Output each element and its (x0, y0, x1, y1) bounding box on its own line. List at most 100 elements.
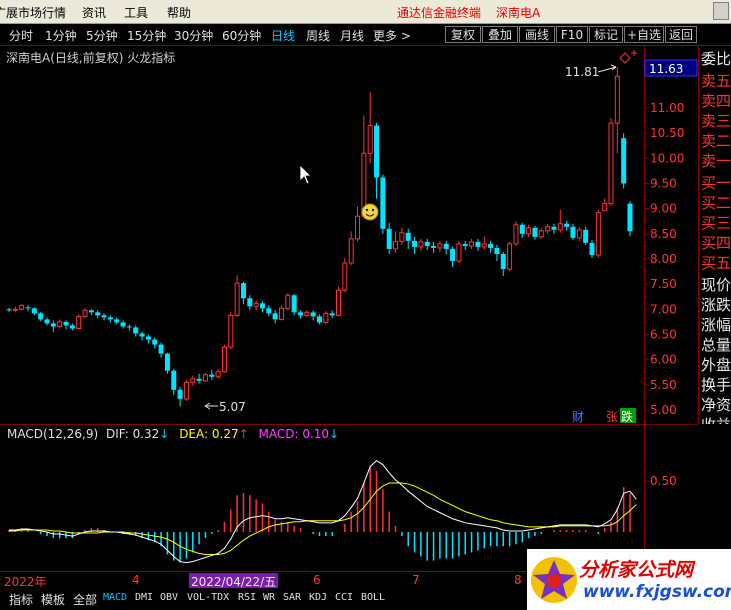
menu-help[interactable]: 帮助 (167, 4, 191, 21)
candle-body (405, 232, 411, 241)
period-tab-15min[interactable]: 15分钟 (127, 27, 166, 44)
candle-body (285, 294, 291, 309)
candle-body (393, 240, 399, 250)
period-tab-monthly[interactable]: 月线 (340, 27, 364, 44)
candle-body (101, 315, 107, 318)
macd-axis-ticks: 0.50 (644, 474, 677, 488)
candle-body (177, 389, 183, 399)
menu-news[interactable]: 资讯 (82, 4, 106, 21)
window-control-button[interactable] (713, 2, 729, 20)
diamond-marker-icon (619, 52, 631, 64)
overlay-button[interactable]: 叠加 (482, 26, 518, 43)
tab-all[interactable]: 全部 (73, 591, 97, 608)
period-tab-intraday[interactable]: 分时 (9, 27, 33, 44)
price-tick-label: 9.00 (650, 202, 677, 216)
period-tab-more[interactable]: 更多 > (373, 27, 411, 44)
period-tab-1min[interactable]: 1分钟 (45, 27, 77, 44)
candle-body (374, 125, 380, 178)
tab-dmi[interactable]: DMI (135, 592, 153, 603)
kline-chart[interactable]: 11.00 10.50 10.00 9.50 9.00 8.50 8.00 7.50 7.00 6… (0, 0, 731, 610)
draw-line-button[interactable]: 画线 (519, 26, 555, 43)
candle-body (412, 240, 418, 247)
tab-template[interactable]: 模板 (41, 591, 65, 608)
candle-body (380, 177, 386, 229)
candle-body (158, 344, 164, 354)
tab-sar[interactable]: SAR (283, 592, 301, 603)
mark-button[interactable]: 标记 (589, 26, 623, 43)
period-tab-weekly[interactable]: 周线 (306, 27, 330, 44)
rise-marker[interactable]: 张 (606, 410, 618, 424)
candle-body (196, 378, 202, 381)
candle (291, 294, 297, 316)
f10-button[interactable]: F10 (556, 26, 588, 43)
dea-arrow-icon: ↑ (238, 427, 249, 441)
candle (336, 286, 342, 317)
candle-body (272, 313, 278, 320)
macd-tick-label: 0.50 (650, 474, 677, 488)
candle-body (114, 319, 120, 323)
tab-boll[interactable]: BOLL (361, 592, 385, 603)
candle-body (481, 243, 487, 248)
dea-line (9, 482, 637, 555)
tab-wr[interactable]: WR (263, 592, 275, 603)
tab-macd[interactable]: MACD (103, 592, 127, 603)
time-label-jun: 6 (313, 573, 321, 587)
candle-body (240, 283, 246, 299)
menu-market[interactable]: 广展市场行情 (0, 4, 66, 21)
smiley-icon (361, 203, 379, 221)
candle-body (576, 229, 582, 239)
candle-body (342, 262, 348, 291)
candle-body (621, 138, 627, 184)
panel-label-committee-ratio: 委比 (701, 50, 731, 68)
tab-cci[interactable]: CCI (335, 592, 353, 603)
menu-tools[interactable]: 工具 (124, 4, 148, 21)
candle-body (488, 243, 494, 248)
candle (589, 239, 595, 258)
period-tab-30min[interactable]: 30分钟 (174, 27, 213, 44)
tab-obv[interactable]: OBV (160, 592, 178, 603)
candle-body (95, 312, 101, 316)
back-button[interactable]: 返回 (665, 26, 697, 43)
tab-kdj[interactable]: KDJ (309, 592, 327, 603)
candle-body (145, 336, 151, 340)
candle-body (202, 374, 208, 382)
candle (348, 231, 354, 266)
candle (355, 206, 361, 242)
candle-body (450, 248, 456, 262)
candle (621, 133, 627, 189)
period-tab-5min[interactable]: 5分钟 (86, 27, 118, 44)
fall-marker[interactable]: 跌 (621, 409, 633, 424)
candle (272, 310, 278, 324)
stock-title: 深南电A (496, 6, 541, 20)
tab-vol-tdx[interactable]: VOL-TDX (187, 592, 229, 603)
candle (240, 281, 246, 305)
candle (152, 337, 158, 349)
panel-label-volume: 总量 (701, 336, 731, 354)
panel-label-price: 现价 (701, 276, 731, 294)
candle (545, 223, 551, 234)
candle-body (310, 312, 316, 317)
tab-indicator[interactable]: 指标 (9, 591, 33, 608)
candle (126, 324, 132, 331)
candle (247, 295, 253, 311)
period-tab-60min[interactable]: 60分钟 (222, 27, 261, 44)
add-watchlist-button[interactable]: +自选 (624, 26, 664, 43)
candle (25, 305, 31, 312)
candle-body (500, 253, 506, 270)
candle-body (348, 238, 354, 264)
candle (38, 311, 44, 322)
finance-marker[interactable]: 财 (572, 410, 584, 424)
tab-rsi[interactable]: RSI (238, 592, 256, 603)
candle (570, 223, 576, 240)
candle (50, 320, 56, 332)
candle (329, 310, 335, 319)
candle-body (538, 230, 544, 238)
candle-body (171, 370, 177, 390)
candle-body (462, 243, 468, 246)
adjust-button[interactable]: 复权 (445, 26, 481, 43)
candle-body (139, 333, 145, 337)
candle-body (513, 224, 519, 245)
candle-body (259, 303, 265, 309)
period-tab-daily[interactable]: 日线 (271, 27, 295, 44)
panel-label-buy5: 买五 (701, 254, 731, 272)
